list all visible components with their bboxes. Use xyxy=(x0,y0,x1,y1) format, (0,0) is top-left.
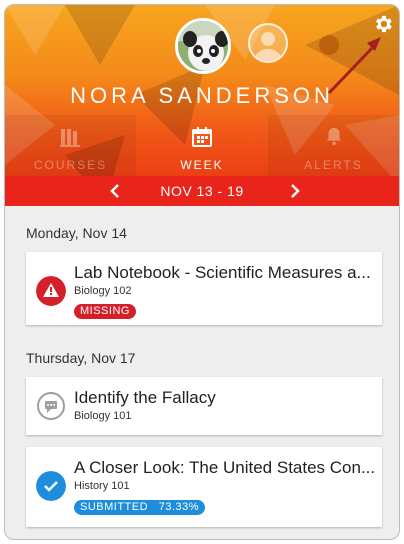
calendar-icon xyxy=(192,127,212,147)
profile-header: NORA SANDERSON COURSES WEEK ALERTS NOV 1… xyxy=(5,5,399,206)
week-range: NOV 13 - 19 xyxy=(160,183,244,199)
app-frame: NORA SANDERSON COURSES WEEK ALERTS NOV 1… xyxy=(4,4,400,540)
user-avatar[interactable] xyxy=(175,18,231,74)
tab-alerts-label: ALERTS xyxy=(304,158,363,172)
assignment-title: A Closer Look: The United States Con... xyxy=(74,458,374,477)
tab-bar: COURSES WEEK ALERTS xyxy=(5,115,399,176)
profile-name: NORA SANDERSON xyxy=(70,83,334,108)
tab-courses[interactable]: COURSES xyxy=(5,115,136,176)
secondary-avatar[interactable] xyxy=(248,23,288,63)
assignment-card[interactable]: Identify the Fallacy Biology 101 xyxy=(26,377,382,435)
discussion-icon xyxy=(37,392,65,420)
week-navigation: NOV 13 - 19 xyxy=(5,176,399,206)
assignment-course: Biology 101 xyxy=(74,410,132,422)
status-badge: SUBMITTED 73.33% xyxy=(74,500,206,515)
bell-icon xyxy=(326,127,341,146)
status-badge: MISSING xyxy=(74,304,136,319)
chevron-right-icon[interactable] xyxy=(288,183,302,199)
assignment-title: Identify the Fallacy xyxy=(74,388,216,407)
assignment-card[interactable]: Lab Notebook - Scientific Measures a... … xyxy=(26,252,382,325)
assignment-title: Lab Notebook - Scientific Measures a... xyxy=(74,263,371,282)
assignment-course: Biology 102 xyxy=(74,285,132,297)
tab-week-label: WEEK xyxy=(180,158,224,172)
warning-icon xyxy=(36,276,66,306)
check-icon xyxy=(36,471,66,501)
assignment-course: History 101 xyxy=(74,480,130,492)
courses-icon xyxy=(59,129,80,147)
person-icon xyxy=(255,32,281,61)
day-header: Thursday, Nov 17 xyxy=(26,350,136,366)
tab-week[interactable]: WEEK xyxy=(136,115,268,176)
day-header: Monday, Nov 14 xyxy=(26,225,127,241)
tab-courses-label: COURSES xyxy=(33,158,108,172)
tab-alerts[interactable]: ALERTS xyxy=(268,115,399,176)
assignment-card[interactable]: A Closer Look: The United States Con... … xyxy=(26,447,382,527)
